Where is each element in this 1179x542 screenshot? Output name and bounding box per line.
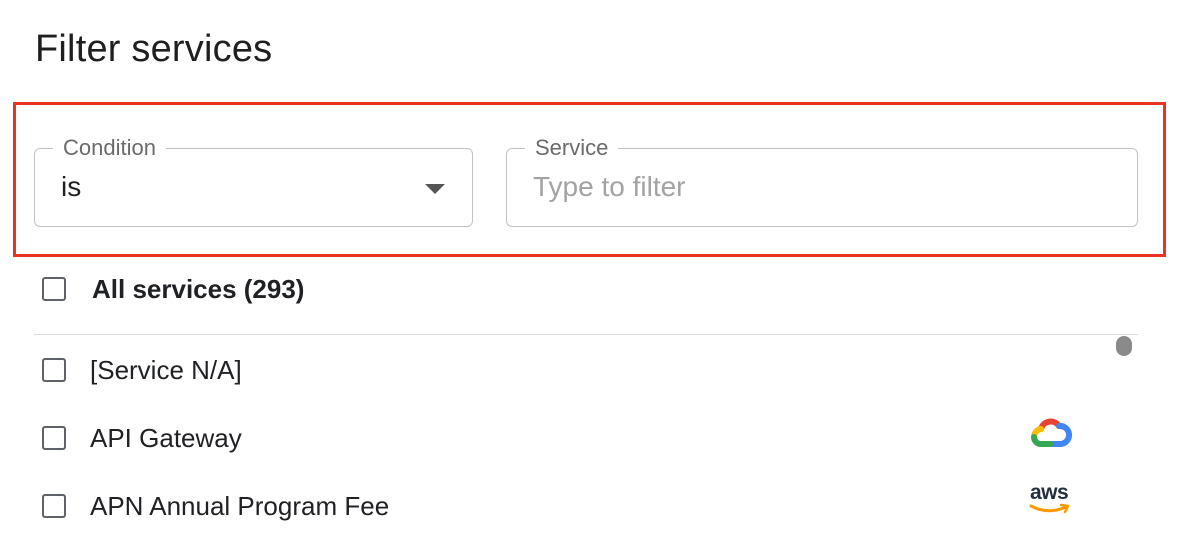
service-label: Service [525, 136, 619, 160]
service-filter-field[interactable]: Service [506, 136, 1138, 227]
page-title: Filter services [35, 28, 273, 70]
service-label-text: API Gateway [90, 423, 242, 453]
all-services-checkbox[interactable] [42, 277, 66, 301]
list-item[interactable]: APN Annual Program Fee [0, 477, 1179, 535]
aws-icon: aws [1028, 481, 1072, 516]
service-label-text: APN Annual Program Fee [90, 491, 390, 521]
condition-label: Condition [53, 136, 166, 160]
service-checkbox[interactable] [42, 494, 66, 518]
list-divider [34, 334, 1138, 335]
google-cloud-icon [1030, 418, 1072, 447]
service-label-text: [Service N/A] [90, 355, 242, 385]
list-item[interactable]: API Gateway [0, 409, 1179, 467]
service-checkbox[interactable] [42, 426, 66, 450]
all-services-label: All services (293) [92, 274, 305, 304]
caret-down-icon[interactable] [425, 184, 445, 194]
service-filter-input[interactable] [533, 167, 1113, 207]
condition-select[interactable]: Condition is [34, 136, 473, 227]
condition-value: is [61, 171, 82, 202]
service-checkbox[interactable] [42, 358, 66, 382]
all-services-row[interactable]: All services (293) [0, 260, 1179, 318]
list-item[interactable]: [Service N/A] [0, 341, 1179, 399]
